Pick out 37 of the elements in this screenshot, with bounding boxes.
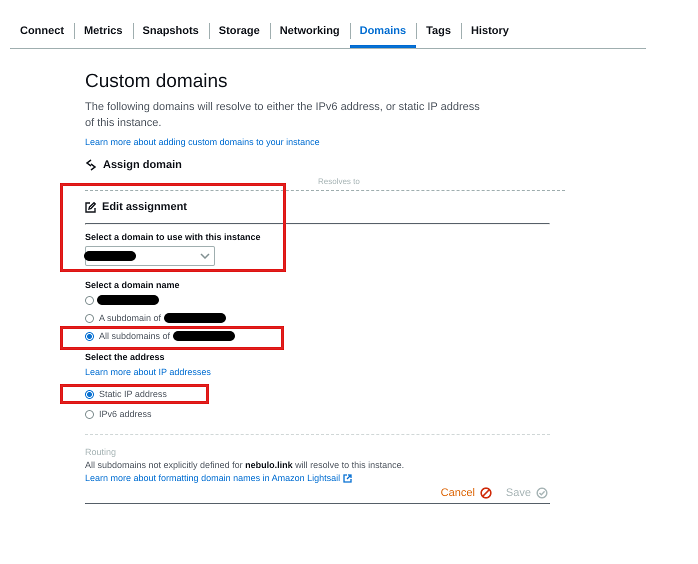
field-label: Select a domain name — [85, 280, 181, 290]
tab[interactable]: Snapshots — [132, 13, 209, 48]
check-circle-icon — [536, 487, 548, 499]
domain-select[interactable] — [85, 246, 215, 266]
edit-icon — [85, 202, 96, 212]
routing-label: Routing — [85, 447, 118, 457]
option-label: IPv6 address — [99, 409, 152, 419]
field-label: Select a domain to use with this instance — [85, 232, 262, 242]
external-link-icon — [343, 474, 352, 482]
tab[interactable]: Storage — [208, 13, 270, 48]
description: The following domains will resolve to either the IPv6 address, or static IP address of this instance. — [85, 100, 481, 131]
field-label: Select the address — [85, 352, 166, 362]
option-label: All subdomains of — [99, 331, 170, 341]
tab[interactable]: History — [460, 13, 519, 48]
option-label: A subdomain of — [99, 313, 162, 323]
tab[interactable]: Domains — [350, 13, 416, 48]
option-label: Static IP address — [99, 389, 167, 399]
tab[interactable]: Networking — [270, 13, 350, 48]
column-header: Resolves to — [318, 177, 360, 186]
learn-more-link[interactable]: Learn more about formatting domain names in Amazon Lightsail — [85, 473, 340, 483]
radio-button[interactable] — [85, 314, 94, 322]
tab[interactable]: Metrics — [74, 13, 133, 48]
edit-title: Edit assignment — [102, 201, 187, 213]
routing-text: All subdomains not explicitly defined for nebulo.link will resolve to this instance. — [85, 460, 406, 470]
section-title: Assign domain — [103, 159, 182, 171]
learn-more-link[interactable]: Learn more about IP addresses — [85, 367, 211, 377]
radio-button[interactable] — [85, 410, 94, 418]
page-title: Custom domains — [85, 71, 229, 93]
prohibited-icon — [480, 487, 492, 499]
learn-more-link[interactable]: Learn more about adding custom domains to your instance — [85, 137, 550, 147]
chevron-down-icon — [200, 253, 210, 259]
radio-button[interactable] — [85, 390, 94, 398]
tab[interactable]: Tags — [416, 13, 461, 48]
link-chain-icon — [85, 159, 97, 171]
tab[interactable]: Connect — [10, 13, 74, 48]
radio-button[interactable] — [85, 332, 94, 340]
radio-button[interactable] — [85, 296, 94, 304]
